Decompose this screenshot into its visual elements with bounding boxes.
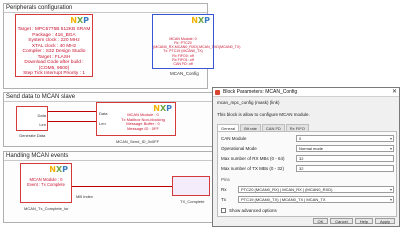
operational-mode-label: Operational Mode [221,146,257,151]
send-line: Message ID : 0FF [127,125,159,131]
peripherals-title: Peripherals configuration [6,5,73,11]
max-rx-mbs-input[interactable]: 32 [296,155,394,162]
peripherals-rule [4,12,207,13]
mcan-config-text: MCAN Module: 0 Rx: PTC20 (MCAN0_RX,MCAN0… [153,37,241,66]
events-title: Handling MCAN events [6,153,69,159]
mcan-config-block[interactable]: NXP MCAN Module: 0 Rx: PTC20 (MCAN0_RX,M… [152,14,241,69]
can-module-label: CAN Module [221,136,247,141]
isr-signal-line [72,186,172,187]
gen-out-len: Len [39,122,46,127]
dialog-titlebar[interactable]: Block Parameters: MCAN_Config ✕ [213,88,399,97]
mcan-config-name: MCAN_Config [170,71,199,76]
mcan-send-name: MCAN_Send_ID_0x0FF [116,139,160,144]
ok-button[interactable]: OK [312,218,329,224]
nxp-logo-icon: NXP [70,16,89,25]
config-line: Compiler : S32 Design Studio [22,49,86,55]
rx-pin-select[interactable]: PTC20 (MCAN0_RX) | MCAN_RX | (MCAN0_RXD) [238,186,394,193]
block-parameters-dialog: Block Parameters: MCAN_Config ✕ mcan_mpc… [212,87,400,227]
cancel-button[interactable]: Cancel [330,218,353,224]
max-tx-mbs-label: Max number of TX MBs (0 - 32) [221,166,284,171]
send-in-len: Len [99,121,106,126]
events-rule [4,160,212,161]
send-in-data: Data [99,111,108,116]
mcan-send-text: MCAN Module : 0 Tx Mailbox Non-blocking … [111,112,175,131]
dialog-subtitle: mcan_mpc_config (mask) (link) [217,100,280,105]
mcan-tx-isr-name: MCAN_Tx_Complete_Isr [24,206,69,211]
config-line: Download Code after build : (COM5, 9600) [24,60,84,71]
mcan-config-line: Rx: PTC20 (MCAN0_RX,MCAN0_RXD),MCAN_TXD(… [153,41,241,50]
tx-pin-select[interactable]: PTC19 (MCAN0_TX) | MCAN0_TX | MCAN_TX [238,196,394,203]
isr-line: Event : Tx Complete [27,181,65,187]
nxp-logo-icon: NXP [191,16,210,25]
tx-complete-name: TX_Complete [180,199,205,204]
generate-data-label: Generate Data [19,133,46,138]
pins-header: Pins [221,177,230,182]
config-line: Step Tick Interrupt Priority : 1 [23,71,85,77]
operational-mode-select[interactable]: Normal mode [296,145,394,152]
config-line: Target : MPC5775B 512KB SRAM [17,27,91,32]
data-signal-line [48,111,96,112]
apply-button[interactable]: Apply [374,218,395,224]
can-module-select[interactable]: 0 [296,135,394,142]
mb-index-label: MB Index [76,194,93,199]
close-icon[interactable]: ✕ [392,88,397,97]
mcan-tx-isr-block[interactable]: NXP MCAN Module : 0 Event : Tx Complete [20,163,72,203]
len-signal-line [48,121,96,122]
dialog-title: Block Parameters: MCAN_Config [223,89,298,95]
advanced-options-label: Show advanced options [229,208,277,213]
advanced-options-checkbox[interactable] [221,208,226,213]
generate-data-block[interactable]: Data Len [16,106,48,131]
gen-out-data: Data [37,113,46,118]
target-config-block[interactable]: NXP Target : MPC5775B 512KB SRAM Package… [15,14,93,77]
mcan-config-line: CAN FD: off [173,61,193,66]
tx-complete-subsystem[interactable] [172,176,210,196]
target-config-text: Target : MPC5775B 512KB SRAM Package : 4… [16,27,92,77]
dialog-description: This block is allow to configure MCAN mo… [217,112,310,117]
send-title: Send data to MCAN slave [6,94,76,100]
max-rx-mbs-label: Max number of RX MBs (0 - 64) [221,156,285,161]
mcan-tx-isr-text: MCAN Module : 0 Event : Tx Complete [21,177,71,188]
max-tx-mbs-input[interactable]: 32 [296,165,394,172]
mcan-send-block[interactable]: NXP Data Len MCAN Module : 0 Tx Mailbox … [96,102,176,136]
dialog-buttons: OK Cancel Help Apply [312,218,395,224]
help-button[interactable]: Help [354,218,373,224]
rx-pin-label: Rx [221,187,227,192]
matlab-icon [215,90,220,95]
tx-pin-label: Tx [221,197,226,202]
nxp-logo-icon: NXP [49,165,68,174]
general-panel: CAN Module 0 Operational Mode Normal mod… [217,131,397,217]
